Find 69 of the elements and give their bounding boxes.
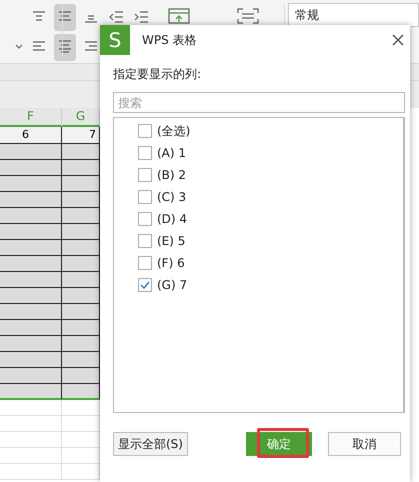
search-field[interactable]: 搜索 [113,92,405,113]
prompt-label: 指定要显示的列: [113,66,202,83]
table-cell [62,176,100,192]
table-cell [62,336,100,352]
table-cell [0,464,62,480]
table-cell [62,384,100,400]
table-cell [0,208,62,224]
table-cell [0,272,62,288]
checkbox[interactable] [138,256,152,270]
table-cell [62,352,100,368]
checkbox[interactable] [138,168,152,182]
table-cell [62,272,100,288]
table-cell [0,400,62,416]
checkbox-label[interactable]: (B) 2 [157,168,186,182]
checkbox-label[interactable]: (D) 4 [157,212,188,226]
table-cell [62,208,100,224]
checkbox[interactable] [138,234,152,248]
number-format-dropdown[interactable]: 常规 [288,3,419,27]
checkbox-label[interactable]: (C) 3 [157,190,186,204]
table-cell [62,304,100,320]
table-cell [0,416,62,432]
table-cell [0,192,62,208]
table-cell [62,192,100,208]
close-icon[interactable] [392,34,404,46]
checkbox-label[interactable]: (A) 1 [157,146,186,160]
table-cell [62,160,100,176]
indent-increase-icon[interactable] [133,10,149,24]
table-cell [62,240,100,256]
indent-decrease-icon[interactable] [108,10,124,24]
table-cell: 6 [0,127,62,144]
table-cell [0,304,62,320]
table-cell [0,336,62,352]
table-cell [62,144,100,160]
table-cell [62,320,100,336]
table-cell [0,256,62,272]
table-cell [0,352,62,368]
table-cell [0,432,62,448]
table-cell [0,368,62,384]
table-cell [62,224,100,240]
checkbox[interactable] [138,146,152,160]
dialog-button[interactable]: 取消 [328,432,401,456]
checkbox-label[interactable]: (E) 5 [157,234,186,248]
merge-cells-icon[interactable] [167,8,191,24]
table-cell [0,384,62,400]
table-cell: 7 [62,127,100,144]
checkbox-label[interactable]: (G) 7 [157,278,188,292]
table-cell [0,288,62,304]
checkbox-label[interactable]: (F) 6 [157,256,185,270]
table-cell [62,256,100,272]
table-cell [0,224,62,240]
align-center-icon[interactable] [57,38,73,52]
table-cell [0,240,62,256]
checkbox-label[interactable]: (全选) [157,122,190,140]
table-cell [0,160,62,176]
checkbox[interactable] [138,212,152,226]
table-cell [0,144,62,160]
wrap-text-icon[interactable] [236,8,260,24]
app-logo: S [100,25,130,55]
table-cell [0,448,62,464]
window-title: WPS 表格 [142,32,198,48]
table-cell [62,288,100,304]
table-cell [62,368,100,384]
table-cell [0,320,62,336]
dialog-button[interactable]: 显示全部(S) [113,432,188,456]
checkbox[interactable] [138,278,152,292]
checkbox[interactable] [138,124,152,138]
align-middle-icon[interactable] [57,8,73,22]
checkbox[interactable] [138,190,152,204]
table-cell [0,176,62,192]
